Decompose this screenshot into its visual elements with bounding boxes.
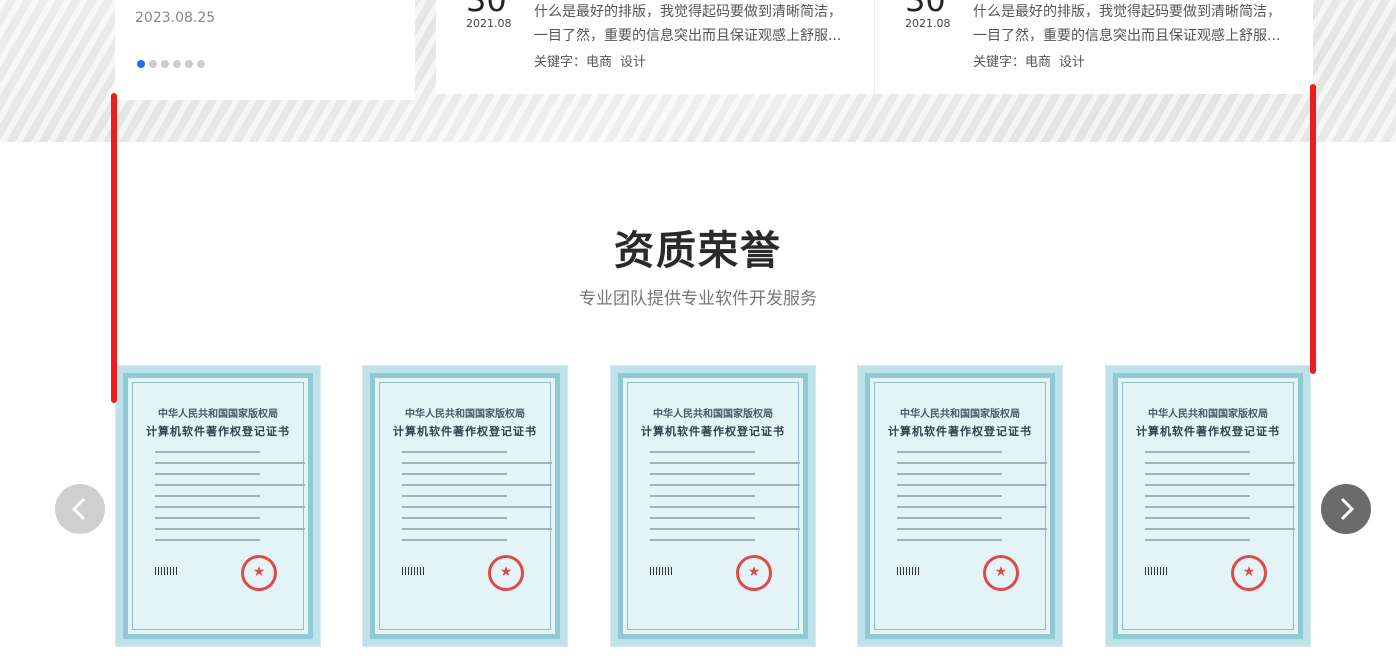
barcode-icon bbox=[155, 567, 179, 575]
carousel-dot-3[interactable] bbox=[161, 60, 169, 68]
certificate-title: 计算机软件著作权登记证书 bbox=[888, 425, 1032, 438]
chevron-right-icon bbox=[1340, 497, 1355, 521]
news-year-month: 2021.08 bbox=[905, 17, 951, 30]
certificate-image[interactable]: 中华人民共和国国家版权局 计算机软件著作权登记证书 bbox=[1106, 366, 1310, 646]
keyword-tag[interactable]: 电商 bbox=[586, 55, 612, 70]
certificate-title: 计算机软件著作权登记证书 bbox=[393, 425, 537, 438]
highlight-line-right bbox=[1310, 84, 1316, 374]
certificate-issuer: 中华人民共和国国家版权局 bbox=[1148, 409, 1268, 420]
certificate-issuer: 中华人民共和国国家版权局 bbox=[653, 409, 773, 420]
news-list: 30 2021.08 什么是最好的排版，我觉得起码要做到清晰简洁， 一目了然，重… bbox=[436, 0, 1313, 94]
official-seal-icon bbox=[736, 555, 772, 591]
news-keywords: 关键字：电商 设计 bbox=[973, 51, 1093, 70]
official-seal-icon bbox=[488, 555, 524, 591]
keywords-label: 关键字： bbox=[534, 55, 587, 70]
news-carousel-card[interactable]: 2023.08.25 bbox=[115, 0, 415, 100]
certificate-text-lines bbox=[155, 451, 305, 550]
certificate-text-lines bbox=[1145, 451, 1295, 550]
certificate-title: 计算机软件著作权登记证书 bbox=[1136, 425, 1280, 438]
carousel-prev-button[interactable] bbox=[55, 484, 105, 534]
certificate-title: 计算机软件著作权登记证书 bbox=[641, 425, 785, 438]
news-summary-line: 什么是最好的排版，我觉得起码要做到清晰简洁， bbox=[534, 4, 842, 20]
carousel-pagination bbox=[137, 60, 205, 68]
certificate-text-lines bbox=[650, 451, 800, 550]
barcode-icon bbox=[897, 567, 921, 575]
carousel-dot-2[interactable] bbox=[149, 60, 157, 68]
news-item[interactable]: 30 2021.08 什么是最好的排版，我觉得起码要做到清晰简洁， 一目了然，重… bbox=[874, 0, 1313, 94]
keyword-tag[interactable]: 电商 bbox=[1025, 55, 1051, 70]
keyword-tag[interactable]: 设计 bbox=[1059, 55, 1085, 70]
certificate-title: 计算机软件著作权登记证书 bbox=[146, 425, 290, 438]
barcode-icon bbox=[650, 567, 674, 575]
news-day: 30 bbox=[466, 0, 507, 19]
carousel-dot-4[interactable] bbox=[173, 60, 181, 68]
carousel-dot-5[interactable] bbox=[185, 60, 193, 68]
certificate-text-lines bbox=[897, 451, 1047, 550]
news-summary-line: 一目了然，重要的信息突出而且保证观感上舒服... bbox=[534, 28, 842, 44]
certificate-image[interactable]: 中华人民共和国国家版权局 计算机软件著作权登记证书 bbox=[858, 366, 1062, 646]
certificate-image[interactable]: 中华人民共和国国家版权局 计算机软件著作权登记证书 bbox=[116, 366, 320, 646]
certificate-text-lines bbox=[402, 451, 552, 550]
certificate-issuer: 中华人民共和国国家版权局 bbox=[158, 409, 278, 420]
news-summary: 什么是最好的排版，我觉得起码要做到清晰简洁， 一目了然，重要的信息突出而且保证观… bbox=[973, 0, 1293, 48]
certificate-issuer: 中华人民共和国国家版权局 bbox=[900, 409, 1020, 420]
official-seal-icon bbox=[1231, 555, 1267, 591]
certificate-image[interactable]: 中华人民共和国国家版权局 计算机软件著作权登记证书 bbox=[611, 366, 815, 646]
certificate-issuer: 中华人民共和国国家版权局 bbox=[405, 409, 525, 420]
news-summary: 什么是最好的排版，我觉得起码要做到清晰简洁， 一目了然，重要的信息突出而且保证观… bbox=[534, 0, 854, 48]
carousel-dot-1[interactable] bbox=[137, 60, 145, 68]
chevron-left-icon bbox=[71, 497, 86, 521]
news-keywords: 关键字：电商 设计 bbox=[534, 51, 654, 70]
section-title: 资质荣誉 bbox=[614, 228, 782, 274]
news-day: 30 bbox=[905, 0, 946, 19]
news-year-month: 2021.08 bbox=[466, 17, 512, 30]
news-date: 2023.08.25 bbox=[135, 10, 216, 26]
keywords-label: 关键字： bbox=[973, 55, 1026, 70]
official-seal-icon bbox=[983, 555, 1019, 591]
keyword-tag[interactable]: 设计 bbox=[620, 55, 646, 70]
section-subtitle: 专业团队提供专业软件开发服务 bbox=[579, 289, 817, 309]
news-summary-line: 一目了然，重要的信息突出而且保证观感上舒服... bbox=[973, 28, 1281, 44]
news-item[interactable]: 30 2021.08 什么是最好的排版，我觉得起码要做到清晰简洁， 一目了然，重… bbox=[436, 0, 874, 94]
highlight-line-left bbox=[111, 93, 117, 403]
certificate-image[interactable]: 中华人民共和国国家版权局 计算机软件著作权登记证书 bbox=[363, 366, 567, 646]
news-summary-line: 什么是最好的排版，我觉得起码要做到清晰简洁， bbox=[973, 4, 1281, 20]
barcode-icon bbox=[1145, 567, 1169, 575]
barcode-icon bbox=[402, 567, 426, 575]
official-seal-icon bbox=[241, 555, 277, 591]
carousel-dot-6[interactable] bbox=[197, 60, 205, 68]
carousel-next-button[interactable] bbox=[1321, 484, 1371, 534]
